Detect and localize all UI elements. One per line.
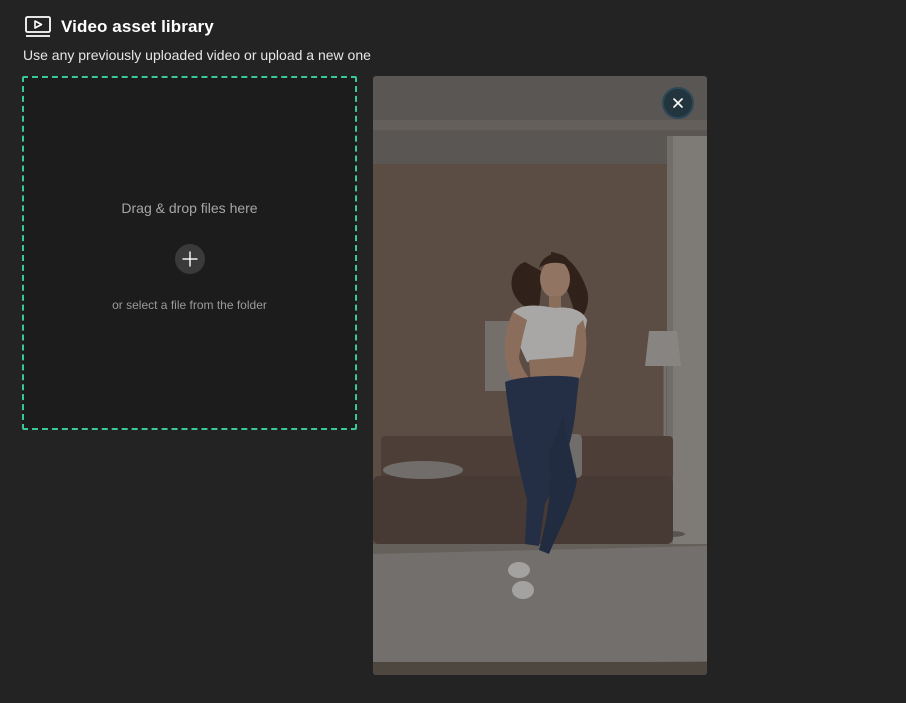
close-preview-button[interactable] bbox=[662, 87, 694, 119]
plus-icon bbox=[182, 251, 198, 267]
video-thumbnail bbox=[373, 76, 707, 675]
page-title: Video asset library bbox=[61, 17, 214, 36]
close-icon bbox=[673, 98, 683, 108]
file-dropzone[interactable]: Drag & drop files here or select a file … bbox=[22, 76, 357, 430]
page-subtitle: Use any previously uploaded video or upl… bbox=[23, 47, 371, 63]
video-play-icon bbox=[25, 16, 51, 37]
dropzone-subtitle[interactable]: or select a file from the folder bbox=[24, 298, 355, 312]
dropzone-title: Drag & drop files here bbox=[121, 200, 258, 216]
add-file-button[interactable] bbox=[175, 244, 205, 274]
library-header: Video asset library bbox=[25, 16, 214, 38]
video-preview[interactable] bbox=[373, 76, 707, 675]
